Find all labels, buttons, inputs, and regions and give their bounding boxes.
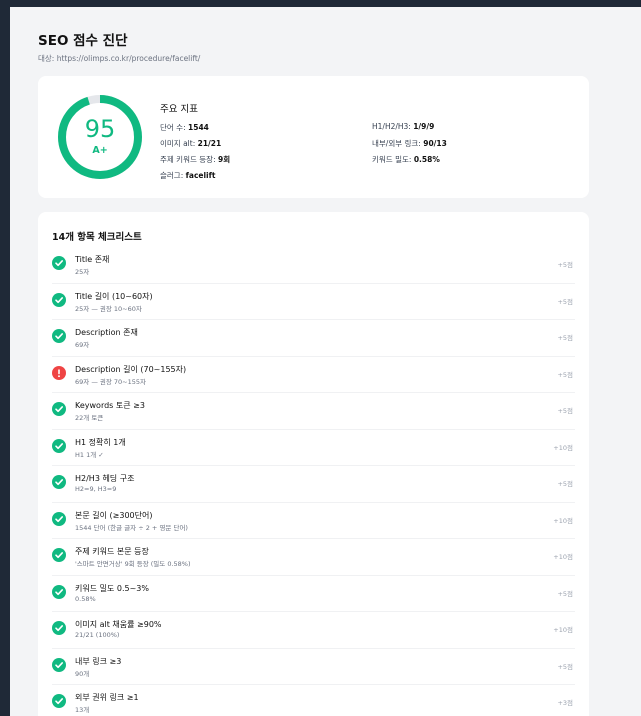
checklist-title: 14개 항목 체크리스트 xyxy=(52,232,142,243)
checklist-item-detail: 25자 xyxy=(75,268,90,276)
checklist-item-detail: 90개 xyxy=(75,669,90,678)
checklist-item: 키워드 밀도 0.5~3% 0.58% +5점 xyxy=(52,576,575,612)
checklist-item-label: 이미지 alt 채움률 ≥90% xyxy=(75,620,162,629)
checklist-item-points: +10점 xyxy=(553,553,573,561)
warning-circle-icon xyxy=(52,365,66,380)
checklist-item-points: +10점 xyxy=(553,443,573,452)
checklist-item-detail: 25자 — 권장 10~60자 xyxy=(75,304,142,313)
checklist-item-label: Description 존재 xyxy=(75,328,138,337)
checklist-item-points: +10점 xyxy=(553,516,573,525)
checklist-item-detail: 69자 — 권장 70~155자 xyxy=(75,377,147,386)
checklist-item-detail: 0.58% xyxy=(75,594,96,603)
seo-report-panel: SEO 점수 진단 대상: https://olimps.co.kr/proce… xyxy=(10,7,641,716)
checklist-item: Keywords 토큰 ≥3 22개 토큰 +5점 xyxy=(52,393,575,430)
checklist-item: 주제 키워드 본문 등장 '스마트 안면거상' 9회 등장 (밀도 0.58%) +… xyxy=(52,539,575,576)
checklist-item: Title 길이 (10~60자) 25자 — 권장 10~60자 +5점 xyxy=(52,284,575,320)
checklist-item-detail: 1544 단어 (한글 글자 ÷ 2 + 영문 단어) xyxy=(75,523,188,532)
checklist-item-label: H2/H3 헤딩 구조 xyxy=(75,474,135,483)
checklist-item-label: 외부 권위 링크 ≥1 xyxy=(75,693,139,702)
checklist-item: H2/H3 헤딩 구조 H2=9, H3=9 +5점 xyxy=(52,466,575,503)
checklist-item-label: 키워드 밀도 0.5~3% xyxy=(75,583,150,593)
check-circle-icon xyxy=(52,621,66,635)
metric-keyword-density: 키워드 밀도: 0.58% xyxy=(372,155,440,164)
checklist-item-points: +10점 xyxy=(553,626,573,634)
metrics-title: 주요 지표 xyxy=(160,104,198,115)
checklist-item-label: 내부 링크 ≥3 xyxy=(75,656,122,666)
check-circle-icon xyxy=(52,657,66,672)
checklist-item: 외부 권위 링크 ≥1 13개 +3점 xyxy=(52,685,575,716)
checklist-item-detail: 13개 xyxy=(75,706,90,714)
checklist-item-label: Title 길이 (10~60자) xyxy=(75,291,153,301)
check-circle-icon xyxy=(52,548,66,562)
checklist-item-label: H1 정확히 1개 xyxy=(75,437,126,447)
score-value: 95 xyxy=(84,115,116,143)
metric-word-count: 단어 수: 1544 xyxy=(160,123,209,132)
metric-image-alt: 이미지 alt: 21/21 xyxy=(160,139,222,148)
check-circle-icon xyxy=(52,475,66,489)
checklist-item-detail: 22개 토큰 xyxy=(75,414,104,422)
checklist-item: Title 존재 25자 +5점 xyxy=(52,247,575,284)
metric-headings: H1/H2/H3: 1/9/9 xyxy=(372,122,435,131)
checklist-item-label: 주제 키워드 본문 등장 xyxy=(75,547,149,556)
page-title: SEO 점수 진단 xyxy=(38,33,128,49)
checklist-item-detail: '스마트 안면거상' 9회 등장 (밀도 0.58%) xyxy=(75,560,191,568)
checklist-item-detail: 21/21 (100%) xyxy=(75,631,120,639)
check-circle-icon xyxy=(52,511,66,526)
checklist-item-points: +3점 xyxy=(557,699,573,707)
checklist-item-detail: H1 1개 ✓ xyxy=(75,450,104,459)
checklist-item-label: Title 존재 xyxy=(75,255,110,264)
checklist: Title 존재 25자 +5점 Title 길이 (10~60자) 25자 — 권장 … xyxy=(38,247,589,716)
checklist-item-label: Keywords 토큰 ≥3 xyxy=(75,401,145,410)
checklist-item-points: +5점 xyxy=(557,261,573,269)
checklist-item-points: +5점 xyxy=(557,407,573,415)
checklist-card: 14개 항목 체크리스트 Title 존재 25자 +5점 Title 길이 (10~… xyxy=(38,212,589,716)
metric-links: 내부/외부 링크: 90/13 xyxy=(372,139,447,148)
checklist-item-points: +5점 xyxy=(557,334,573,342)
check-circle-icon xyxy=(52,402,66,416)
checklist-item: 이미지 alt 채움률 ≥90% 21/21 (100%) +10점 xyxy=(52,612,575,649)
score-summary-card: 95 A+ 주요 지표 단어 수: 1544 이미지 alt: 21/21 주제… xyxy=(38,76,589,198)
check-circle-icon xyxy=(52,694,66,708)
check-circle-icon xyxy=(52,438,66,453)
checklist-item-points: +5점 xyxy=(557,297,573,306)
checklist-item: Description 길이 (70~155자) 69자 — 권장 70~155자… xyxy=(52,357,575,393)
checklist-item: H1 정확히 1개 H1 1개 ✓ +10점 xyxy=(52,430,575,466)
metric-keyword-count: 주제 키워드 등장: 9회 xyxy=(160,155,231,164)
checklist-item-detail: 69자 xyxy=(75,341,90,349)
checklist-item: Description 존재 69자 +5점 xyxy=(52,320,575,357)
checklist-item: 내부 링크 ≥3 90개 +5점 xyxy=(52,649,575,685)
checklist-item-points: +5점 xyxy=(557,370,573,379)
score-gauge: 95 A+ xyxy=(55,92,145,182)
checklist-item-label: Description 길이 (70~155자) xyxy=(75,364,187,374)
checklist-item-points: +5점 xyxy=(557,480,573,488)
checklist-item-points: +5점 xyxy=(557,589,573,598)
metric-slug: 슬러그: facelift xyxy=(160,171,216,180)
score-grade: A+ xyxy=(92,145,108,156)
target-url: 대상: https://olimps.co.kr/procedure/facel… xyxy=(38,54,201,63)
check-circle-icon xyxy=(52,256,66,270)
checklist-item-label: 본문 길이 (≥300단어) xyxy=(75,510,153,520)
check-circle-icon xyxy=(52,329,66,343)
check-circle-icon xyxy=(52,292,66,307)
checklist-item-detail: H2=9, H3=9 xyxy=(75,485,117,493)
checklist-item: 본문 길이 (≥300단어) 1544 단어 (한글 글자 ÷ 2 + 영문 단어… xyxy=(52,503,575,539)
checklist-item-points: +5점 xyxy=(557,662,573,671)
check-circle-icon xyxy=(52,584,66,599)
